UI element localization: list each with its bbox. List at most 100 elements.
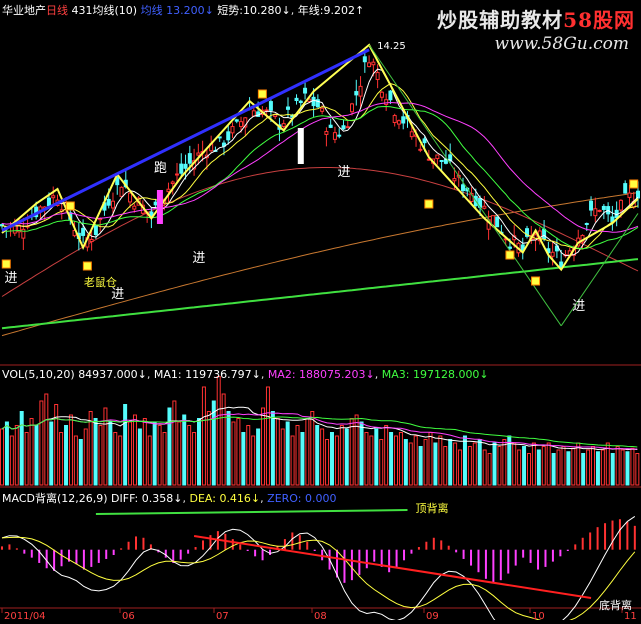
signal-jin-label: 进 [337,165,350,180]
volume-bar [413,435,418,486]
volume-bar [487,453,492,486]
candle-body [132,205,137,210]
candle-body [303,87,308,94]
volume-bar [571,447,576,486]
signal-jin-label: 进 [111,287,124,302]
stock-chart[interactable]: 14.25 进进进进进跑老鼠仓 顶背离 底背离 2011/04 06 07 08 09 10 11 [0,0,641,624]
watermark-num: 58股网 [563,8,635,32]
candle-body [268,101,273,111]
volume-bar [270,411,275,486]
volume-bar [305,418,310,486]
top-divergence-line [95,509,408,515]
volume-bar [379,439,384,486]
signal-marker [505,250,515,260]
volume-bar [443,446,448,486]
volume-bar [610,453,615,486]
candle-body [239,121,244,128]
ma-line [1,83,639,250]
volume-bar [108,421,113,486]
volume-bar [310,411,315,486]
candle-body [589,200,594,211]
period-label: 日线 [46,4,68,17]
vol-ma3: MA3: 197128.000↓ [381,368,489,381]
volume-bar [526,453,531,486]
volume-bar [93,418,98,486]
volume-bar [123,404,128,486]
volume-bar [433,442,438,486]
volume-bar [477,439,482,486]
volume-bar [0,428,4,486]
volume-bar [187,425,192,486]
candle-body [106,198,111,206]
volume-bar [458,449,463,486]
signal-bar-magenta [156,190,163,224]
volume-bar [68,414,73,486]
signal-marker [1,259,11,269]
volume-bar [236,418,241,486]
signal-jin-label: 进 [192,251,205,266]
volume-bar [157,425,162,486]
volume-bar [354,414,359,486]
title-bar: 华业地产日线 431均线(10) 均线 13.200↓ 短势:10.280↓, … [2,4,365,17]
volume-bar [251,435,256,486]
candle-body [384,99,389,105]
signal-pao-label: 跑 [154,161,167,176]
volume-bar [275,418,280,486]
candle-body [93,225,98,236]
candle-body [584,222,589,225]
candle-body [350,103,355,113]
volume-bar [492,442,497,486]
candle-body [217,136,222,139]
volume-bar [398,432,403,486]
volume-bar [78,439,83,486]
volume-bar [453,442,458,486]
top-divergence-label: 顶背离 [416,501,449,515]
volume-bar [73,435,78,486]
volume-bar [192,432,197,486]
volume-bar [103,407,108,486]
signal-marker [82,261,92,271]
candle-body [388,90,393,101]
year-value: 9.202↑ [323,4,365,17]
volume-bar [581,453,586,486]
macd-header: MACD背离(12,26,9) DIFF: 0.358↓, DEA: 0.416… [2,492,337,505]
volume-bar [369,435,374,486]
macd-zero: ZERO: 0.000 [267,492,337,505]
short-value: 10.280↓ [243,4,291,17]
watermark-url: www.58Gu.com [494,34,629,54]
chart-svg[interactable]: 14.25进进进进进跑老鼠仓顶背离底背离2011/04 06 07 08 09 10 11 [0,0,641,624]
candle-body [294,97,299,101]
candle-body [81,227,86,236]
date-axis-label: 2011/04 [4,611,46,620]
volume-bar [113,432,118,486]
candle-body [166,188,171,193]
volume-bar [265,386,270,486]
volume-bar [541,446,546,486]
candle-body [495,216,500,228]
volume-bar [59,432,64,486]
volume-bar [280,428,285,486]
volume-bar [29,418,34,486]
volume-bar [600,449,605,486]
volume-bar [24,432,29,486]
volume-bar [300,432,305,486]
candle-body [418,148,423,151]
volume-bar [384,425,389,486]
volume-bar [137,428,142,486]
signal-marker [424,199,434,209]
volume-bar [586,449,591,486]
date-axis-label: 11 [624,611,637,620]
volume-bar [566,451,571,486]
volume-bar [334,435,339,486]
signal-bar-white [297,128,304,164]
volume-bar [226,411,231,486]
signal-marker [257,89,267,99]
volume-bar [556,449,561,486]
volume-bar [172,400,177,486]
candle-body [341,125,346,130]
volume-bar [531,442,536,486]
volume-bar [394,435,399,486]
candle-body [46,197,51,207]
vol-label: VOL(5,10,20) [2,368,75,381]
volume-bar [428,432,433,486]
